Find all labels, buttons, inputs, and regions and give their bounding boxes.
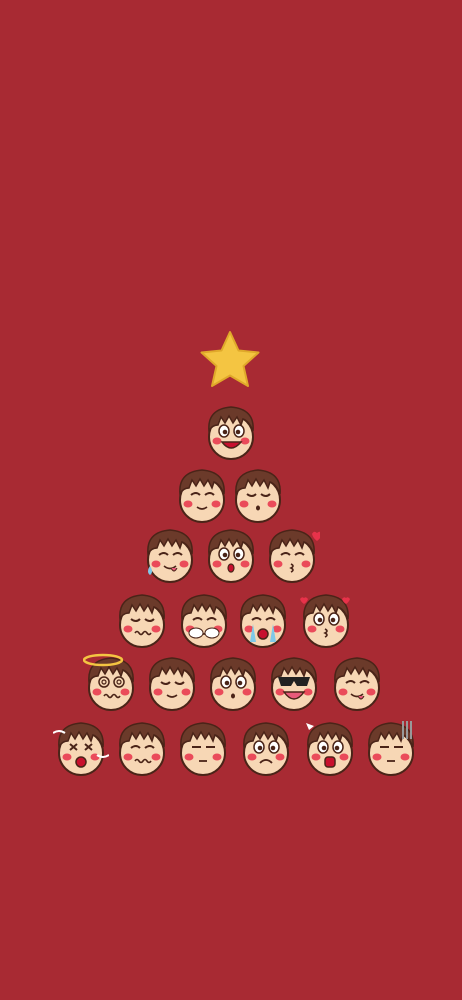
sleepy-smirk-emoji-icon (144, 652, 200, 714)
tears-stream-emoji-icon (235, 589, 291, 651)
sunglasses-laugh-emoji-icon (266, 652, 322, 714)
calm-closed-eyes-emoji-icon (230, 464, 286, 526)
frown-emoji-icon (238, 717, 294, 779)
wavy-mouth-emoji-icon (114, 717, 170, 779)
grin-big-emoji-icon (203, 401, 259, 463)
tongue-wink-emoji-icon (329, 652, 385, 714)
kiss-heart-emoji-icon (264, 524, 320, 586)
flat-squint-emoji-icon (175, 717, 231, 779)
worried-wavy-emoji-icon (114, 589, 170, 651)
sweat-tongue-emoji-icon (142, 524, 198, 586)
sobbing-wind-emoji-icon (53, 717, 109, 779)
hearts-eyes-emoji-icon (298, 589, 354, 651)
wallpaper (0, 0, 462, 1000)
surprised-o-emoji-icon (203, 524, 259, 586)
gloom-sweat-emoji-icon (363, 717, 419, 779)
small-o-emoji-icon (205, 652, 261, 714)
content-closed-eyes-emoji-icon (174, 464, 230, 526)
star-icon (200, 331, 260, 387)
crying-hands-emoji-icon (176, 589, 232, 651)
shocked-spark-emoji-icon (302, 717, 358, 779)
dizzy-halo-emoji-icon (83, 652, 139, 714)
